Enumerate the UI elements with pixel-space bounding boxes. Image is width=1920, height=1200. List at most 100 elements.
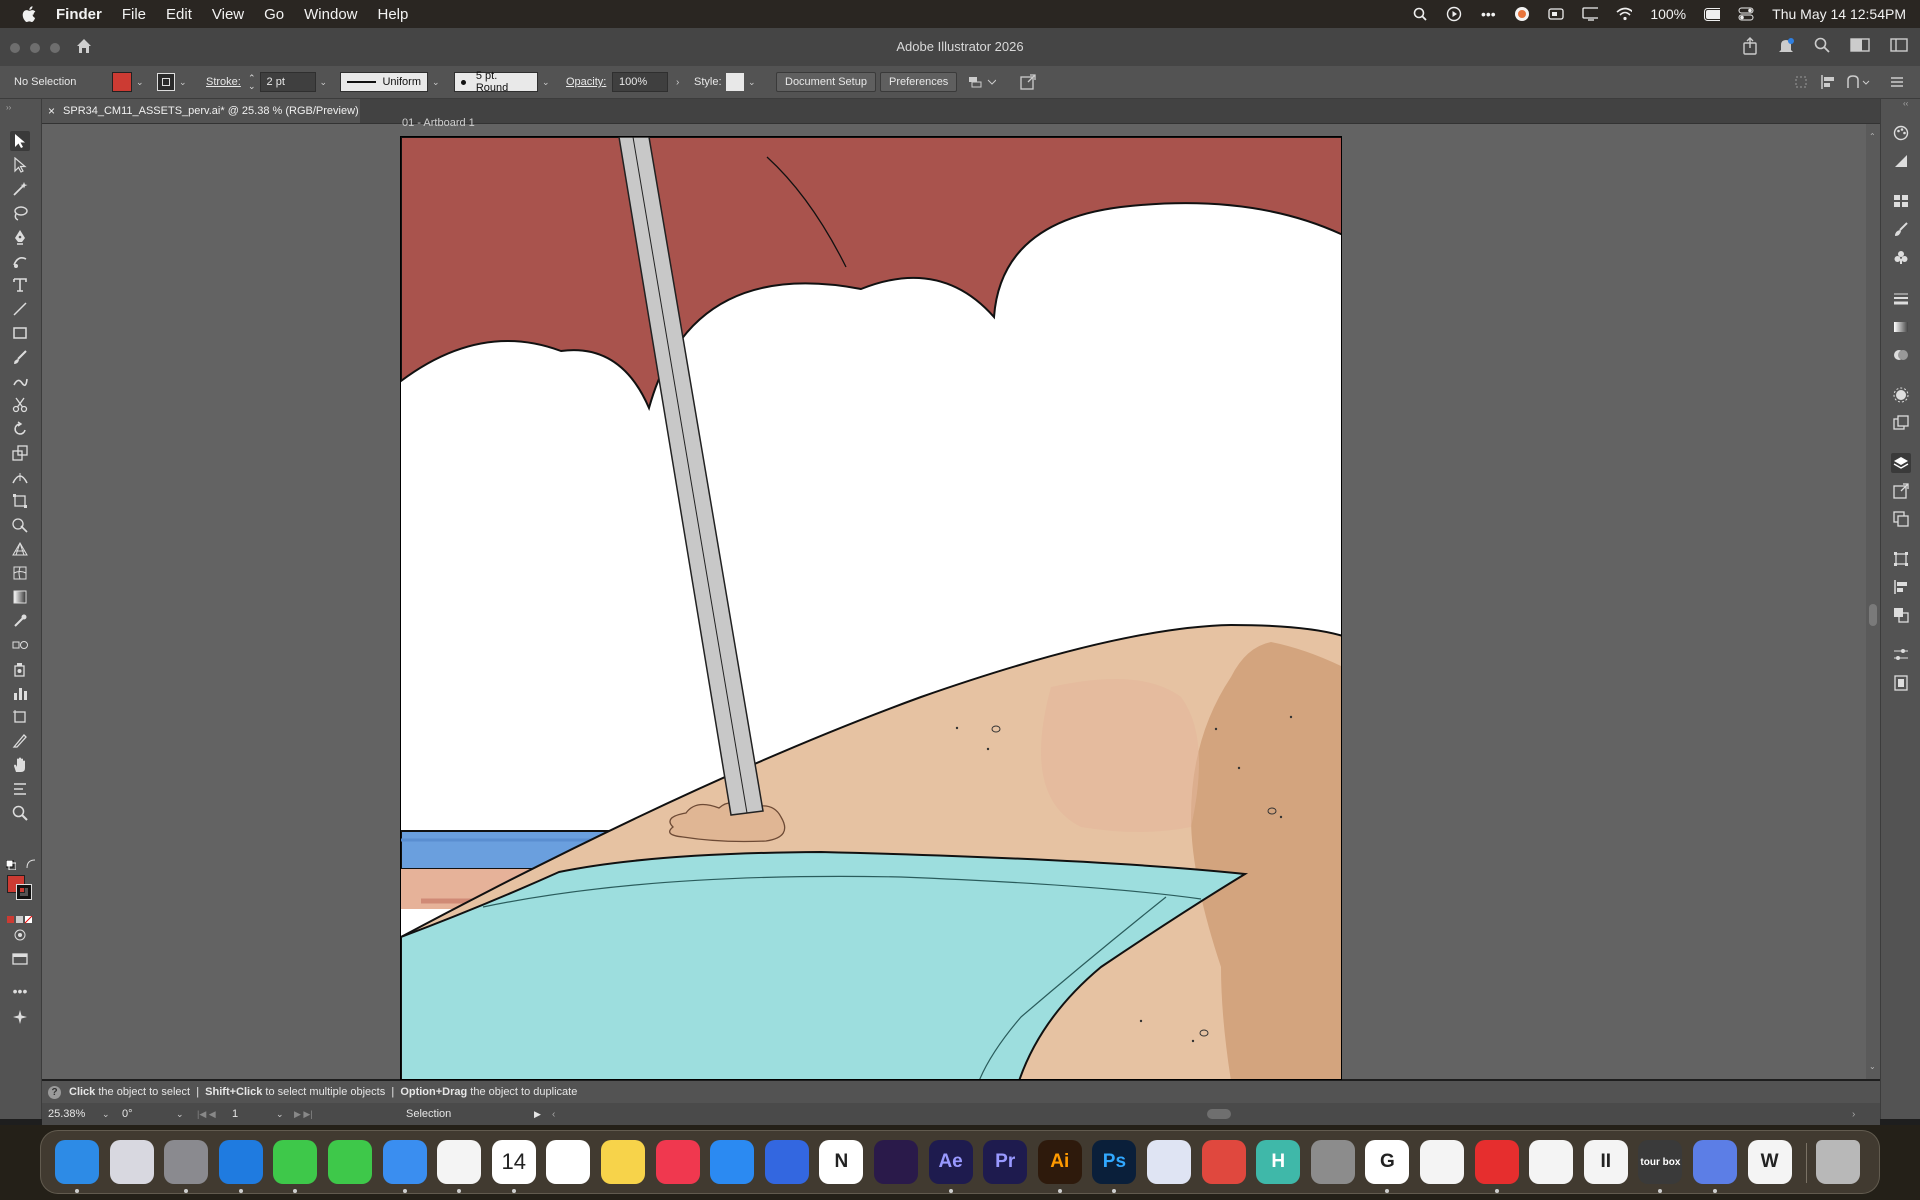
transparency-icon[interactable] <box>1891 345 1911 365</box>
menu-edit[interactable]: Edit <box>166 6 192 23</box>
gradient-panel-icon[interactable] <box>1891 317 1911 337</box>
line-tool-icon[interactable] <box>10 299 30 319</box>
dock-app-pause-app[interactable]: II <box>1583 1140 1628 1184</box>
column-graph-tool-icon[interactable] <box>10 683 30 703</box>
dock-app-youtube[interactable] <box>1474 1140 1519 1184</box>
screen-mode-icon[interactable] <box>10 949 30 969</box>
mesh-tool-icon[interactable] <box>10 563 30 583</box>
transform-panel-icon[interactable] <box>1891 549 1911 569</box>
export-icon[interactable] <box>1020 66 1036 98</box>
generative-icon[interactable] <box>10 1007 30 1027</box>
perspective-grid-tool-icon[interactable] <box>10 539 30 559</box>
document-setup-button[interactable]: Document Setup <box>776 72 876 92</box>
clock[interactable]: Thu May 14 12:54PM <box>1772 6 1906 22</box>
wifi-icon[interactable] <box>1616 6 1633 22</box>
toolbar-collapse-icon[interactable]: ›› <box>6 103 11 112</box>
help-icon[interactable]: ? <box>48 1085 61 1099</box>
type-tool-icon[interactable] <box>10 275 30 295</box>
dock-app-mail[interactable] <box>382 1140 427 1184</box>
direct-selection-tool-icon[interactable] <box>10 155 30 175</box>
pathfinder-icon[interactable] <box>1891 605 1911 625</box>
scroll-down-icon[interactable]: ⌄ <box>1869 1062 1876 1071</box>
variable-width-profile[interactable]: Uniform <box>340 72 428 92</box>
slice-tool-icon[interactable] <box>10 731 30 751</box>
stroke-label[interactable]: Stroke: <box>206 66 241 98</box>
dock-app-facetime[interactable] <box>328 1140 372 1184</box>
dock-app-tourbox[interactable]: tour box <box>1638 1140 1683 1184</box>
document-tab[interactable]: × SPR34_CM11_ASSETS_perv.ai* @ 25.38 % (… <box>42 99 360 123</box>
style-swatch[interactable] <box>726 73 744 91</box>
horizontal-scroll-thumb[interactable] <box>1207 1109 1231 1119</box>
dock-app-system-settings[interactable] <box>164 1140 209 1184</box>
dock-app-h-app[interactable]: H <box>1256 1140 1301 1184</box>
display-icon[interactable] <box>1582 6 1599 22</box>
width-tool-icon[interactable] <box>10 467 30 487</box>
zoom-dropdown-icon[interactable]: ⌄ <box>102 1109 110 1120</box>
share-icon[interactable] <box>1742 37 1758 60</box>
symbols-icon[interactable] <box>1891 247 1911 267</box>
menu-view[interactable]: View <box>212 6 244 23</box>
dock-app-photoshop[interactable]: Ps <box>1092 1140 1137 1184</box>
align-panel-icon[interactable] <box>1891 577 1911 597</box>
eyedropper-tool-icon[interactable] <box>10 611 30 631</box>
dock-app-after-effects[interactable]: Ae <box>928 1140 973 1184</box>
layers-icon[interactable] <box>1891 453 1911 473</box>
vertical-scroll-thumb[interactable] <box>1869 604 1877 626</box>
close-tab-icon[interactable]: × <box>48 104 55 118</box>
asset-export-icon[interactable] <box>1891 481 1911 501</box>
battery-icon[interactable] <box>1704 6 1721 22</box>
curvature-tool-icon[interactable] <box>10 251 30 271</box>
transform-icon[interactable] <box>1794 66 1808 98</box>
print-tiling-tool-icon[interactable] <box>10 779 30 799</box>
first-artboard-icon[interactable]: |◀ ◀ <box>197 1109 216 1120</box>
zoom-level[interactable]: 25.38% <box>48 1108 85 1120</box>
default-fill-stroke-icon[interactable] <box>5 857 17 875</box>
dock-app-photos[interactable] <box>437 1140 482 1184</box>
fill-swatch[interactable] <box>112 72 132 92</box>
brush-definition[interactable]: 5 pt. Round <box>454 70 538 94</box>
stroke-stepper[interactable]: ⌃ ⌄ <box>248 74 256 91</box>
play-icon[interactable] <box>1446 6 1462 22</box>
dock-app-premiere-pro[interactable]: Pr <box>983 1140 1028 1184</box>
notifications-icon[interactable] <box>1778 37 1794 60</box>
more-icon[interactable]: ••• <box>1480 6 1496 22</box>
selection-tool-icon[interactable] <box>10 131 30 151</box>
beach-illustration[interactable] <box>401 137 1342 1080</box>
dock-app-remote[interactable] <box>1693 1140 1737 1184</box>
spotlight-icon[interactable] <box>1412 6 1428 22</box>
stroke-swatch[interactable] <box>157 73 175 91</box>
scroll-right-icon[interactable]: › <box>1852 1109 1855 1120</box>
align-icon[interactable] <box>1820 66 1838 98</box>
libraries-icon[interactable] <box>1891 673 1911 693</box>
properties-icon[interactable] <box>1891 645 1911 665</box>
rotate-tool-icon[interactable] <box>10 419 30 439</box>
rotation-dropdown-icon[interactable]: ⌄ <box>176 1109 184 1120</box>
search-icon[interactable] <box>1814 37 1830 60</box>
vertical-scrollbar[interactable]: ⌃ ⌄ <box>1866 124 1880 1079</box>
artboard-dropdown-icon[interactable]: ⌄ <box>276 1109 284 1120</box>
brushes-icon[interactable] <box>1891 219 1911 239</box>
dock-app-messages[interactable] <box>273 1140 318 1184</box>
scale-tool-icon[interactable] <box>10 443 30 463</box>
dock-app-finder[interactable] <box>55 1140 99 1184</box>
fill-dropdown-icon[interactable]: ⌄ <box>136 77 144 88</box>
artboard[interactable] <box>400 136 1342 1080</box>
panel-menu-icon[interactable] <box>1890 66 1904 98</box>
shape-builder-tool-icon[interactable] <box>10 515 30 535</box>
color-guide-icon[interactable] <box>1891 151 1911 171</box>
dock-app-lock-app[interactable] <box>1310 1140 1355 1184</box>
scroll-left-icon[interactable]: ‹ <box>552 1109 555 1120</box>
menu-file[interactable]: File <box>122 6 146 23</box>
workspace-icon[interactable] <box>1850 37 1870 60</box>
draw-mode-icon[interactable] <box>10 925 30 945</box>
scissors-tool-icon[interactable] <box>10 395 30 415</box>
dock-app-app-store[interactable] <box>710 1140 755 1184</box>
scroll-up-icon[interactable]: ⌃ <box>1869 132 1876 141</box>
stroke-color-box[interactable] <box>16 884 32 900</box>
rectangle-tool-icon[interactable] <box>10 323 30 343</box>
swap-fill-stroke-icon[interactable] <box>26 856 36 874</box>
brush-dropdown-icon[interactable]: ⌄ <box>542 77 550 88</box>
arrange-icon[interactable] <box>968 66 996 98</box>
opacity-arrow-icon[interactable]: › <box>676 77 679 88</box>
blend-tool-icon[interactable] <box>10 635 30 655</box>
